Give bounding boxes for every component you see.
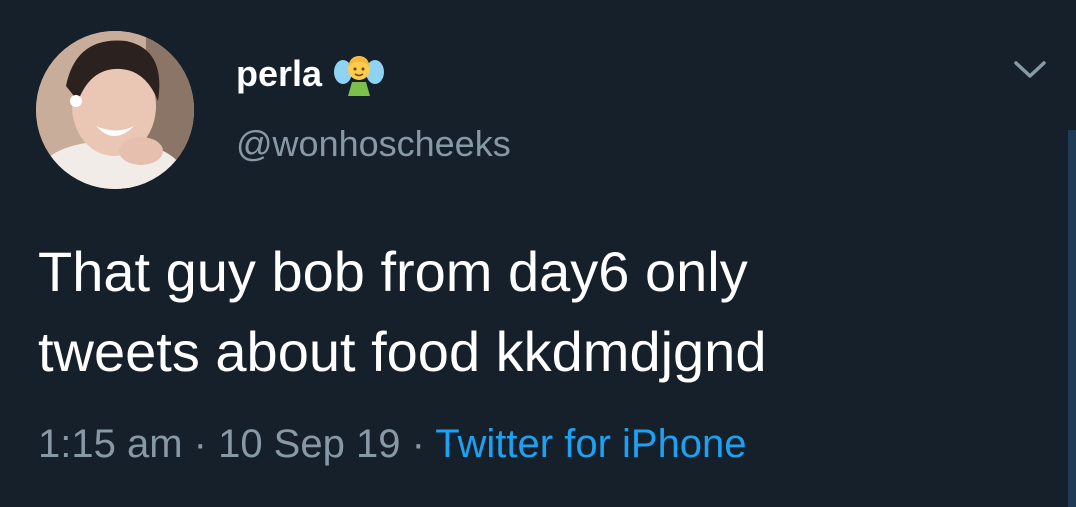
- tweet-text-line: tweets about food kkdmdjgnd: [38, 320, 767, 383]
- tweet-source-link[interactable]: Twitter for iPhone: [435, 422, 746, 466]
- author-name-row[interactable]: perla: [236, 50, 385, 98]
- tweet-meta: 1:15 am · 10 Sep 19 · Twitter for iPhone: [38, 416, 747, 472]
- avatar[interactable]: [36, 31, 194, 189]
- fairy-emoji-icon: [334, 52, 385, 96]
- meta-separator: ·: [182, 422, 219, 466]
- display-name[interactable]: perla: [236, 52, 322, 96]
- tweet-text-line: That guy bob from day6 only: [38, 240, 748, 303]
- meta-separator: ·: [400, 422, 436, 466]
- chevron-down-icon[interactable]: [1012, 55, 1048, 83]
- tweet-text: That guy bob from day6 only tweets about…: [38, 232, 1018, 392]
- author-handle[interactable]: @wonhoscheeks: [236, 120, 511, 168]
- scrollbar[interactable]: [1068, 130, 1076, 507]
- tweet-time[interactable]: 1:15 am: [38, 422, 183, 466]
- avatar-photo: [36, 31, 194, 189]
- tweet-date[interactable]: 10 Sep 19: [218, 422, 400, 466]
